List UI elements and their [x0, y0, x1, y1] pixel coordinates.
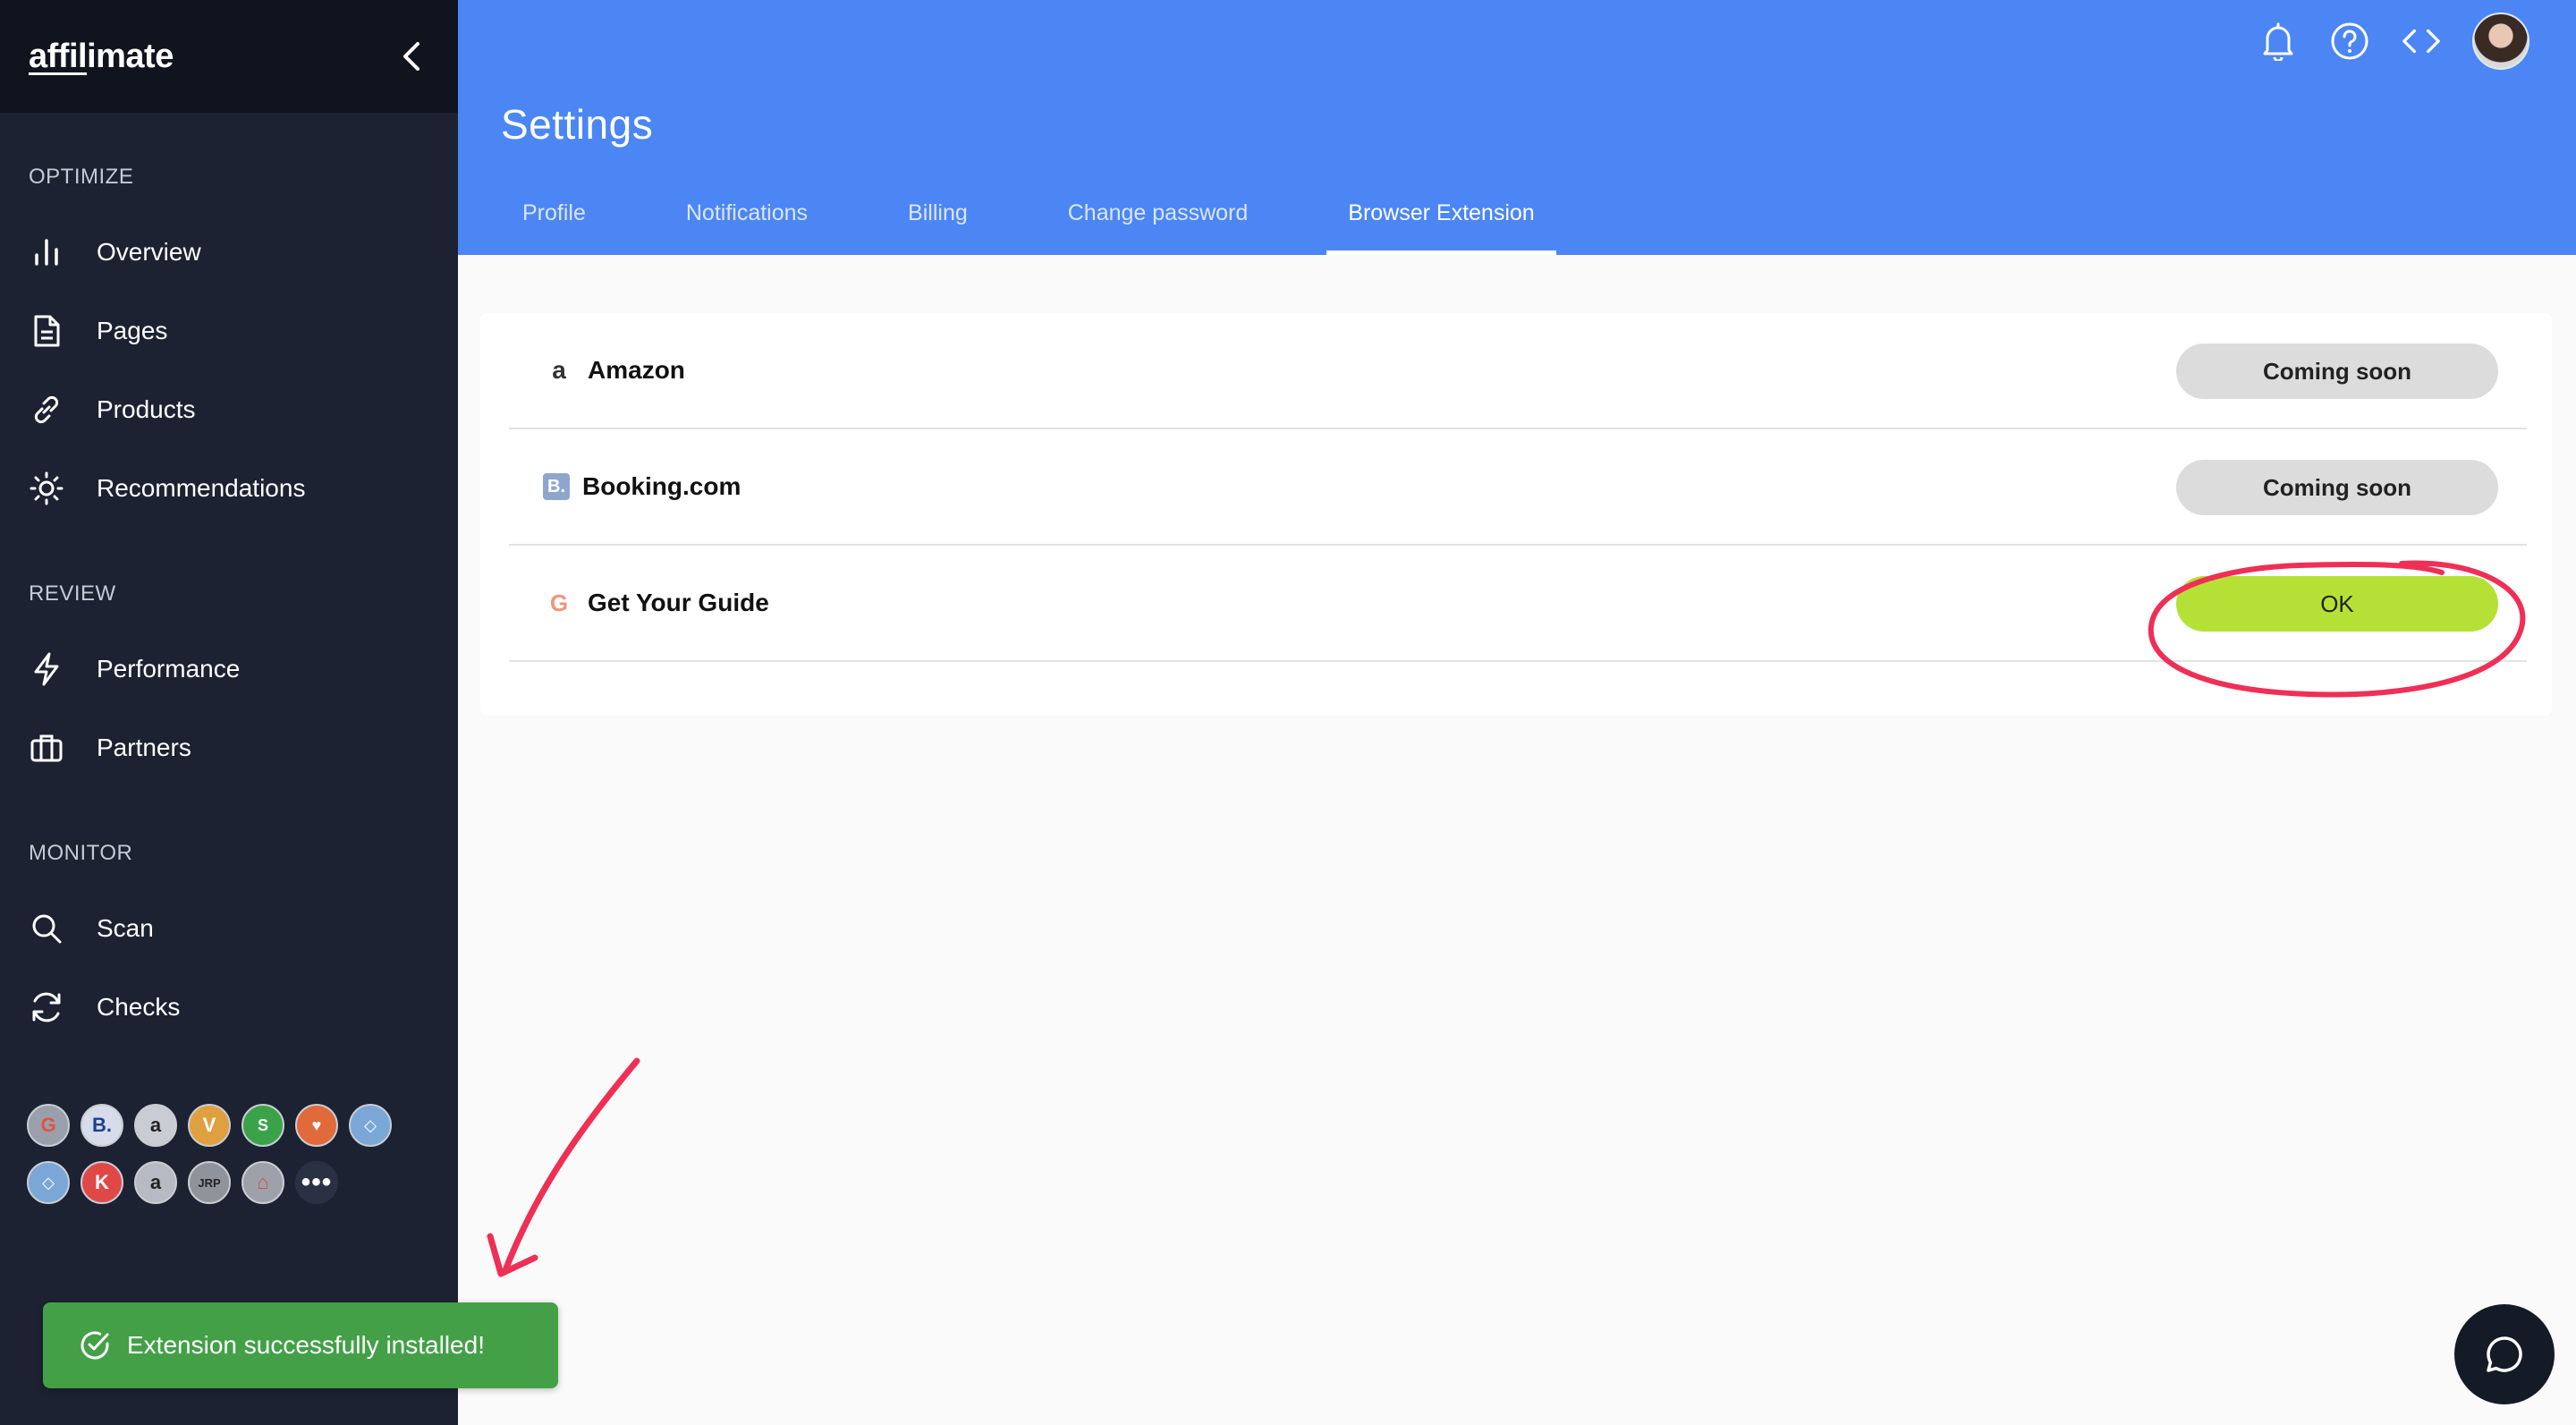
- tab-profile[interactable]: Profile: [501, 177, 607, 255]
- extension-name: Get Your Guide: [588, 589, 769, 616]
- logo-text-underlined: affil: [29, 37, 88, 75]
- logo-text: imate: [87, 37, 174, 75]
- section-label-optimize: OPTIMIZE: [29, 165, 134, 189]
- tab-notifications[interactable]: Notifications: [665, 177, 829, 255]
- sidebar-item-label: Pages: [97, 317, 168, 344]
- sidebar-header: affilimate: [0, 0, 458, 113]
- question-circle-icon: [2331, 22, 2368, 60]
- sun-icon: [29, 471, 64, 506]
- link-icon: [29, 392, 64, 428]
- settings-header: Settings Profile Notifications Billing C…: [458, 0, 2576, 255]
- briefcase-icon: [29, 730, 64, 766]
- partner-badge-klook[interactable]: K: [80, 1161, 123, 1204]
- success-toast: Extension successfully installed!: [43, 1302, 558, 1388]
- sidebar-item-partners[interactable]: Partners: [0, 712, 458, 784]
- coming-soon-button-booking[interactable]: Coming soon: [2176, 460, 2498, 515]
- tab-change-password[interactable]: Change password: [1046, 177, 1270, 255]
- partner-badge-amazon-2[interactable]: a: [134, 1161, 177, 1204]
- partner-badge-awin-2[interactable]: ◇: [27, 1161, 70, 1204]
- extension-row-getyourguide: G Get Your Guide OK: [509, 546, 2527, 662]
- partner-badge-row: ◇ K a JRP ⌂ •••: [27, 1161, 402, 1204]
- partner-badge-tripadvisor[interactable]: ♥: [295, 1104, 338, 1147]
- lightning-icon: [29, 651, 64, 687]
- sidebar-item-label: Recommendations: [97, 474, 306, 502]
- refresh-icon: [29, 989, 64, 1025]
- embed-code-button[interactable]: [2401, 21, 2442, 62]
- partner-badge-booking[interactable]: B.: [80, 1104, 123, 1147]
- amazon-logo: a: [552, 356, 566, 384]
- bell-icon: [2263, 22, 2293, 61]
- chat-bubble-icon: [2487, 1336, 2522, 1372]
- section-label-monitor: MONITOR: [29, 841, 133, 865]
- partner-badge-viator[interactable]: V: [188, 1104, 231, 1147]
- toast-message: Extension successfully installed!: [127, 1331, 485, 1359]
- sidebar-item-scan[interactable]: Scan: [0, 893, 458, 964]
- settings-tabs: Profile Notifications Billing Change pas…: [501, 177, 1614, 255]
- top-toolbar: [2258, 13, 2529, 70]
- sidebar-item-performance[interactable]: Performance: [0, 633, 458, 705]
- sidebar-item-pages[interactable]: Pages: [0, 295, 458, 367]
- partner-badge-shareasale[interactable]: S: [242, 1104, 284, 1147]
- getyourguide-logo: G: [549, 589, 569, 616]
- chevron-left-icon: [403, 42, 419, 71]
- page-title: Settings: [501, 101, 654, 148]
- sidebar-item-label: Checks: [97, 993, 181, 1021]
- sidebar-item-label: Performance: [97, 655, 241, 683]
- user-avatar[interactable]: [2472, 13, 2529, 70]
- sidebar-item-overview[interactable]: Overview: [0, 216, 458, 288]
- arrow-head-annotation: [487, 1233, 538, 1277]
- partner-badges: G B. a V S ♥ ◇ ◇ K a JRP ⌂ •••: [27, 1104, 402, 1218]
- extension-name: Amazon: [588, 356, 685, 384]
- partner-badge-airbnb[interactable]: ⌂: [242, 1161, 284, 1204]
- sidebar: affilimate OPTIMIZE Overview Pages Produ…: [0, 0, 458, 1425]
- pointer-arrow-annotation: [502, 1057, 640, 1274]
- partner-badge-amazon[interactable]: a: [134, 1104, 177, 1147]
- notifications-button[interactable]: [2258, 21, 2299, 62]
- sidebar-item-recommendations[interactable]: Recommendations: [0, 453, 458, 524]
- extensions-card: a Amazon Coming soon B. Booking.com Comi…: [480, 313, 2552, 716]
- sidebar-item-label: Scan: [97, 914, 154, 942]
- sidebar-item-checks[interactable]: Checks: [0, 971, 458, 1043]
- code-icon: [2402, 29, 2440, 54]
- help-button[interactable]: [2329, 21, 2370, 62]
- booking-logo: B.: [543, 473, 570, 500]
- sidebar-item-label: Partners: [97, 734, 191, 761]
- document-icon: [29, 313, 64, 349]
- affilimate-logo[interactable]: affilimate: [29, 38, 174, 76]
- extension-row-amazon: a Amazon Coming soon: [509, 313, 2527, 429]
- section-label-review: REVIEW: [29, 581, 116, 606]
- sidebar-item-label: Products: [97, 395, 196, 423]
- partner-badge-getyourguide[interactable]: G: [27, 1104, 70, 1147]
- sidebar-item-products[interactable]: Products: [0, 374, 458, 445]
- extension-row-booking: B. Booking.com Coming soon: [509, 429, 2527, 546]
- tab-browser-extension[interactable]: Browser Extension: [1326, 177, 1557, 255]
- chat-launcher-button[interactable]: [2454, 1304, 2555, 1404]
- coming-soon-button-amazon[interactable]: Coming soon: [2176, 344, 2498, 399]
- search-icon: [29, 911, 64, 946]
- more-partners-button[interactable]: •••: [295, 1161, 338, 1204]
- tab-billing[interactable]: Billing: [886, 177, 989, 255]
- collapse-sidebar-button[interactable]: [394, 38, 429, 74]
- partner-badge-awin[interactable]: ◇: [349, 1104, 392, 1147]
- check-circle-icon: [79, 1329, 111, 1361]
- partner-badge-row: G B. a V S ♥ ◇: [27, 1104, 402, 1147]
- ok-button-getyourguide[interactable]: OK: [2176, 576, 2498, 632]
- partner-badge-jrp[interactable]: JRP: [188, 1161, 231, 1204]
- bar-chart-icon: [29, 234, 64, 270]
- extension-name: Booking.com: [582, 472, 741, 500]
- sidebar-item-label: Overview: [97, 238, 201, 266]
